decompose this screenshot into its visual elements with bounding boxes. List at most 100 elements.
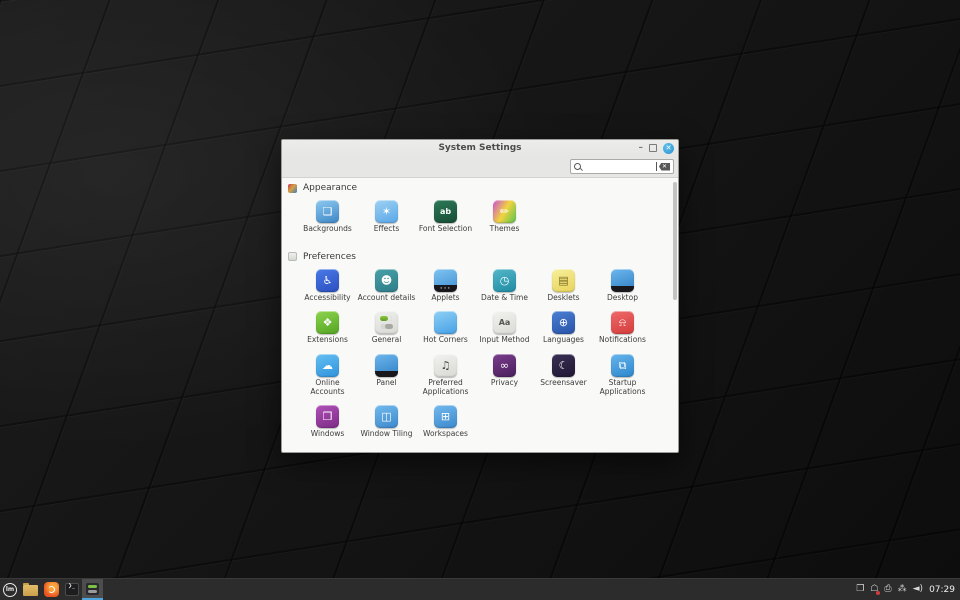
icon-glyph: ◫	[381, 411, 391, 422]
system-settings-app-icon-glyph	[85, 582, 100, 596]
settings-item-label: General	[372, 336, 402, 345]
startup-applications-icon: ⧉	[611, 354, 634, 377]
files-app-icon-glyph	[23, 585, 38, 596]
printer-icon[interactable]: ⎙	[884, 585, 891, 594]
icon-grid-appearance: ❏Backgrounds✶Effects ab Font Selection✏The…	[288, 200, 670, 234]
windows-icon: ❒	[316, 405, 339, 428]
accessibility-icon: ♿	[316, 269, 339, 292]
preferences-section-icon	[288, 252, 297, 261]
settings-item-screensaver[interactable]: ☾ Screensaver	[534, 354, 593, 396]
icon-glyph: ❒	[323, 411, 333, 422]
backgrounds-icon: ❏	[316, 200, 339, 223]
applets-icon: ···	[434, 269, 457, 292]
system-settings-app-icon[interactable]	[82, 579, 103, 600]
appearance-section-icon	[288, 184, 297, 193]
settings-item-windows[interactable]: ❒ Windows	[298, 405, 357, 439]
settings-item-date-time[interactable]: ◷ Date & Time	[475, 269, 534, 303]
settings-item-general[interactable]: General	[357, 311, 416, 345]
minimize-button[interactable]: –	[639, 145, 644, 151]
window-titlebar[interactable]: System Settings – ✕	[282, 140, 678, 156]
network-icon[interactable]: ⁂	[898, 585, 907, 594]
settings-item-notifications[interactable]: ⍾Notifications	[593, 311, 652, 345]
settings-item-label: Online Accounts	[299, 379, 357, 396]
terminal-app-icon[interactable]: ❯_	[62, 579, 82, 600]
icon-glyph: Aa	[499, 319, 511, 327]
hot-corners-icon	[434, 311, 457, 334]
settings-item-font-selection[interactable]: ab Font Selection	[416, 200, 475, 234]
icon-glyph: ···	[440, 285, 452, 294]
vertical-scrollbar[interactable]	[673, 182, 677, 300]
icon-glyph: ab	[440, 208, 451, 216]
settings-item-panel[interactable]: Panel	[357, 354, 416, 396]
icon-glyph: ✶	[382, 206, 391, 217]
settings-item-online-accounts[interactable]: ☁Online Accounts	[298, 354, 357, 396]
close-button[interactable]: ✕	[663, 143, 674, 154]
update-manager-icon[interactable]: ☖	[870, 585, 878, 594]
effects-icon: ✶	[375, 200, 398, 223]
settings-item-label: Windows	[311, 430, 344, 439]
settings-item-languages[interactable]: ⊕Languages	[534, 311, 593, 345]
settings-item-label: Screensaver	[540, 379, 586, 388]
window-controls: – ✕	[639, 140, 675, 156]
settings-item-startup-applications[interactable]: ⧉ Startup Applications	[593, 354, 652, 396]
general-icon	[375, 311, 398, 334]
files-app-icon[interactable]	[20, 579, 41, 600]
icon-glyph: ✏	[500, 206, 509, 217]
section-header-appearance: Appearance	[288, 183, 670, 193]
settings-item-accessibility[interactable]: ♿ Accessibility	[298, 269, 357, 303]
icon-glyph: ⊞	[441, 411, 450, 422]
input-method-icon: Aa	[493, 311, 516, 334]
settings-item-workspaces[interactable]: ⊞Workspaces	[416, 405, 475, 439]
font-selection-icon: ab	[434, 200, 457, 223]
search-box[interactable]: ✕	[570, 159, 674, 174]
settings-item-themes[interactable]: ✏Themes	[475, 200, 534, 234]
settings-item-effects[interactable]: ✶Effects	[357, 200, 416, 234]
section-title: Preferences	[303, 252, 356, 262]
volume-icon[interactable]: ◄)	[913, 585, 923, 594]
settings-item-label: Date & Time	[481, 294, 528, 303]
settings-sections: Appearance ❏Backgrounds✶Effects ab Font Sel…	[282, 178, 678, 439]
icon-glyph: ◷	[500, 275, 510, 286]
settings-item-desktop[interactable]: Desktop	[593, 269, 652, 303]
settings-item-desklets[interactable]: ▤Desklets	[534, 269, 593, 303]
settings-item-window-tiling[interactable]: ◫Window Tiling	[357, 405, 416, 439]
settings-item-label: Startup Applications	[594, 379, 652, 396]
section-header-preferences: Preferences	[288, 252, 670, 262]
settings-item-label: Panel	[376, 379, 396, 388]
window-tiling-icon: ◫	[375, 405, 398, 428]
window-title: System Settings	[282, 143, 678, 153]
themes-icon: ✏	[493, 200, 516, 223]
icon-glyph: ⧉	[619, 360, 627, 371]
icon-glyph: ☻	[381, 275, 392, 286]
settings-item-account-details[interactable]: ☻ Account details	[357, 269, 416, 303]
search-toolbar: ✕	[282, 156, 678, 178]
menu-button[interactable]: lm	[0, 579, 20, 600]
icon-glyph: ▤	[558, 275, 568, 286]
settings-item-label: Preferred Applications	[417, 379, 475, 396]
system-settings-window: System Settings – ✕ ✕ Appearance ❏Backgro…	[281, 139, 679, 453]
settings-item-backgrounds[interactable]: ❏Backgrounds	[298, 200, 357, 234]
settings-item-label: Font Selection	[419, 225, 472, 234]
settings-item-hot-corners[interactable]: Hot Corners	[416, 311, 475, 345]
icon-grid-preferences: ♿Accessibility☻Account details···Applets…	[288, 269, 670, 439]
settings-item-extensions[interactable]: ❖Extensions	[298, 311, 357, 345]
maximize-button[interactable]	[649, 144, 657, 152]
screensaver-icon: ☾	[552, 354, 575, 377]
settings-item-label: Input Method	[480, 336, 530, 345]
panel-icon	[375, 354, 398, 377]
settings-item-applets[interactable]: ···Applets	[416, 269, 475, 303]
settings-item-label: Applets	[431, 294, 459, 303]
settings-item-input-method[interactable]: Aa Input Method	[475, 311, 534, 345]
settings-item-label: Account details	[358, 294, 416, 303]
settings-item-label: Accessibility	[304, 294, 350, 303]
settings-item-preferred-applications[interactable]: ♫Preferred Applications	[416, 354, 475, 396]
privacy-icon: ∞	[493, 354, 516, 377]
firefox-app-icon[interactable]	[41, 579, 62, 600]
input-switcher-icon[interactable]: ❒	[856, 585, 864, 594]
taskbar-apps: lm ❯_	[0, 579, 103, 600]
taskbar: lm ❯_ ❒ ☖ ⎙ ⁂ ◄) 07:29	[0, 578, 960, 600]
icon-glyph: ☾	[559, 360, 569, 371]
settings-item-privacy[interactable]: ∞Privacy	[475, 354, 534, 396]
taskbar-clock[interactable]: 07:29	[929, 585, 955, 595]
firefox-app-icon-glyph	[44, 582, 59, 597]
